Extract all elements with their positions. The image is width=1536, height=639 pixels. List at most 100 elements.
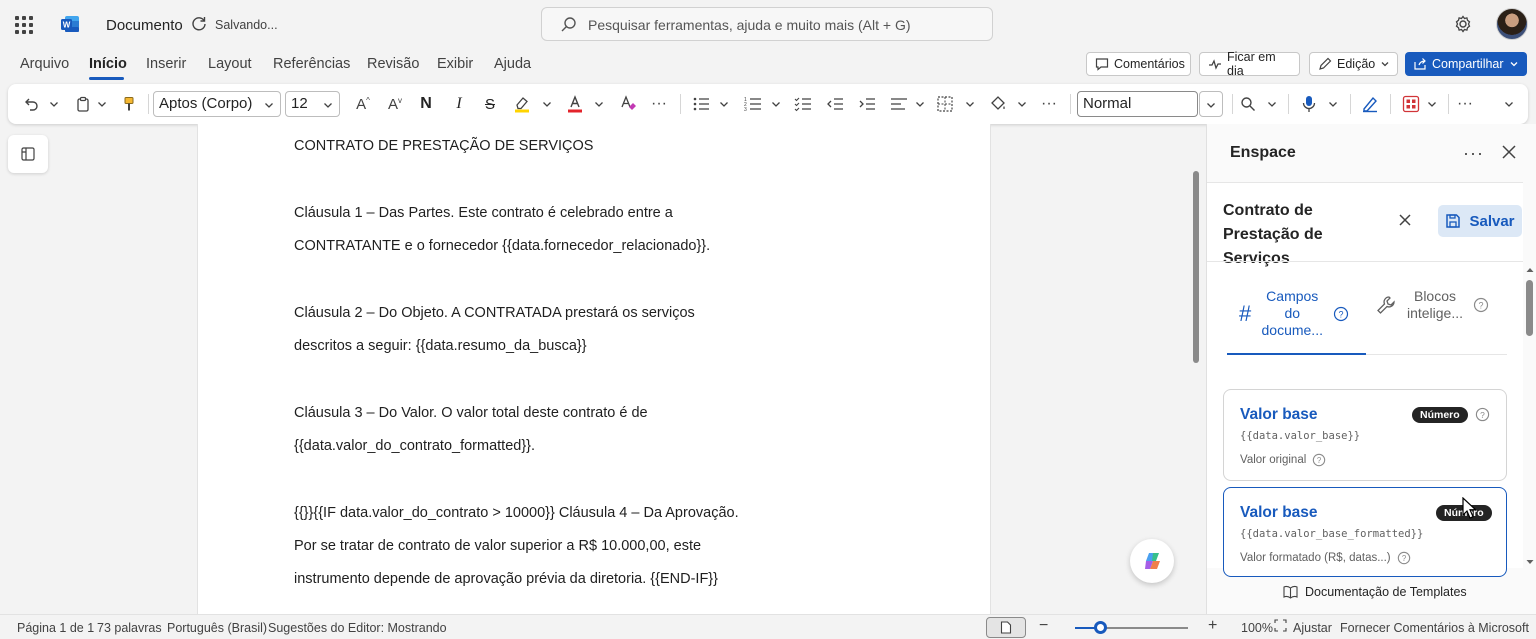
paste-dropdown[interactable] (96, 93, 108, 115)
tab-smart-blocks[interactable]: Blocos intelige... ? (1375, 288, 1489, 322)
document-title[interactable]: Documento (106, 17, 183, 34)
help-circle-icon[interactable]: ? (1473, 297, 1489, 313)
document-line[interactable]: Por se tratar de contrato de valor super… (294, 538, 701, 554)
font-color-button[interactable] (566, 93, 584, 115)
menu-layout[interactable]: Layout (208, 56, 252, 72)
close-template-icon[interactable] (1398, 213, 1412, 227)
user-avatar[interactable] (1496, 8, 1528, 40)
menu-inicio[interactable]: Início (89, 56, 127, 72)
bullets-button[interactable] (692, 93, 710, 115)
templates-documentation-link[interactable]: Documentação de Templates (1283, 585, 1467, 599)
settings-gear-icon[interactable] (1453, 14, 1473, 34)
font-family-select[interactable]: Aptos (Corpo) (153, 91, 281, 117)
menu-arquivo[interactable]: Arquivo (20, 56, 69, 72)
language-status[interactable]: Português (Brasil) (167, 621, 267, 635)
tab-document-fields[interactable]: # Campos do docume... ? (1239, 288, 1349, 339)
highlight-dropdown[interactable] (541, 93, 553, 115)
zoom-slider-thumb[interactable] (1094, 621, 1107, 634)
undo-button[interactable] (22, 93, 40, 115)
style-dropdown[interactable] (1199, 91, 1223, 117)
shading-dropdown[interactable] (1016, 93, 1028, 115)
document-page[interactable]: CONTRATO DE PRESTAÇÃO DE SERVIÇOS Cláusu… (197, 124, 991, 614)
italic-button[interactable]: I (451, 93, 467, 115)
clear-formatting-button[interactable] (618, 93, 638, 115)
document-line[interactable]: Cláusula 2 – Do Objeto. A CONTRATADA pre… (294, 305, 695, 321)
format-painter-button[interactable] (120, 93, 138, 115)
find-button[interactable] (1239, 93, 1257, 115)
strikethrough-button[interactable]: S (482, 93, 498, 115)
page-count[interactable]: Página 1 de 1 (17, 621, 94, 635)
share-button[interactable]: Compartilhar (1405, 52, 1527, 76)
document-line[interactable]: Cláusula 3 – Do Valor. O valor total des… (294, 405, 648, 421)
undo-dropdown[interactable] (48, 93, 60, 115)
menu-exibir[interactable]: Exibir (437, 56, 473, 72)
document-line[interactable]: instrumento depende de aprovação prévia … (294, 571, 718, 587)
zoom-out-button[interactable]: − (1039, 617, 1048, 635)
add-ins-dropdown[interactable] (1426, 93, 1438, 115)
align-button[interactable] (890, 93, 908, 115)
document-line[interactable]: Cláusula 1 – Das Partes. Este contrato é… (294, 205, 673, 221)
catch-up-button[interactable]: Ficar em dia (1199, 50, 1300, 78)
app-launcher-icon[interactable] (15, 16, 33, 34)
document-heading[interactable]: CONTRATO DE PRESTAÇÃO DE SERVIÇOS (294, 138, 593, 154)
document-line[interactable]: descritos a seguir: {{data.resumo_da_bus… (294, 338, 587, 354)
word-logo-icon[interactable]: W (60, 14, 80, 34)
menu-inserir[interactable]: Inserir (146, 56, 186, 72)
pane-more-options-icon[interactable]: ··· (1463, 143, 1484, 164)
paste-button[interactable] (74, 93, 92, 115)
zoom-in-button[interactable]: + (1208, 617, 1217, 635)
borders-button[interactable] (936, 93, 954, 115)
dictate-dropdown[interactable] (1327, 93, 1339, 115)
document-line[interactable]: {{data.valor_do_contrato_formatted}}. (294, 438, 535, 454)
decrease-indent-button[interactable] (826, 93, 844, 115)
numbering-dropdown[interactable] (770, 93, 782, 115)
highlight-button[interactable] (512, 93, 532, 115)
font-size-select[interactable]: 12 (285, 91, 340, 117)
zoom-slider[interactable] (1075, 627, 1188, 629)
bullets-dropdown[interactable] (718, 93, 730, 115)
editor-suggestions-status[interactable]: Sugestões do Editor: Mostrando (268, 621, 447, 635)
editor-button[interactable] (1360, 93, 1380, 115)
font-color-dropdown[interactable] (593, 93, 605, 115)
fit-button[interactable]: Ajustar (1293, 621, 1332, 635)
document-line[interactable]: CONTRATANTE e o fornecedor {{data.fornec… (294, 238, 710, 254)
document-line[interactable]: {{}}{{IF data.valor_do_contrato > 10000}… (294, 505, 739, 521)
menu-referencias[interactable]: Referências (273, 56, 350, 72)
pane-scrollbar-thumb[interactable] (1526, 280, 1533, 336)
shrink-font-button[interactable]: Av (385, 93, 405, 115)
increase-indent-button[interactable] (858, 93, 876, 115)
menu-revisao[interactable]: Revisão (367, 56, 419, 72)
ribbon-expand-button[interactable] (1502, 93, 1516, 115)
more-ribbon-options-button[interactable]: ··· (1454, 93, 1476, 115)
help-circle-icon[interactable]: ? (1475, 407, 1490, 422)
shading-button[interactable] (988, 93, 1008, 115)
grow-font-button[interactable]: A^ (353, 93, 373, 115)
document-scrollbar-thumb[interactable] (1193, 171, 1199, 363)
checklist-button[interactable] (794, 93, 812, 115)
add-ins-button[interactable] (1401, 93, 1421, 115)
bold-button[interactable]: N (418, 93, 434, 115)
align-dropdown[interactable] (914, 93, 926, 115)
word-count[interactable]: 73 palavras (97, 621, 162, 635)
field-card[interactable]: Valor base Número ? {{data.valor_base}} … (1223, 389, 1507, 481)
borders-dropdown[interactable] (964, 93, 976, 115)
copilot-button[interactable] (1130, 539, 1174, 583)
feedback-link[interactable]: Fornecer Comentários à Microsoft (1340, 621, 1529, 635)
navigation-pane-button[interactable] (8, 135, 48, 173)
numbering-button[interactable]: 123 (744, 93, 762, 115)
save-template-button[interactable]: Salvar (1438, 205, 1522, 237)
more-font-options-button[interactable]: ··· (648, 93, 670, 115)
menu-ajuda[interactable]: Ajuda (494, 56, 531, 72)
more-paragraph-options-button[interactable]: ··· (1038, 93, 1060, 115)
help-circle-icon[interactable]: ? (1312, 453, 1326, 467)
help-circle-icon[interactable]: ? (1397, 551, 1411, 565)
find-dropdown[interactable] (1266, 93, 1278, 115)
comments-button[interactable]: Comentários (1086, 52, 1191, 76)
print-layout-button[interactable] (986, 617, 1026, 638)
pane-close-icon[interactable] (1501, 144, 1517, 160)
editing-mode-button[interactable]: Edição (1309, 52, 1398, 76)
style-select[interactable]: Normal (1077, 91, 1198, 117)
zoom-level[interactable]: 100% (1241, 621, 1273, 635)
dictate-button[interactable] (1300, 93, 1318, 115)
help-circle-icon[interactable]: ? (1333, 306, 1349, 322)
